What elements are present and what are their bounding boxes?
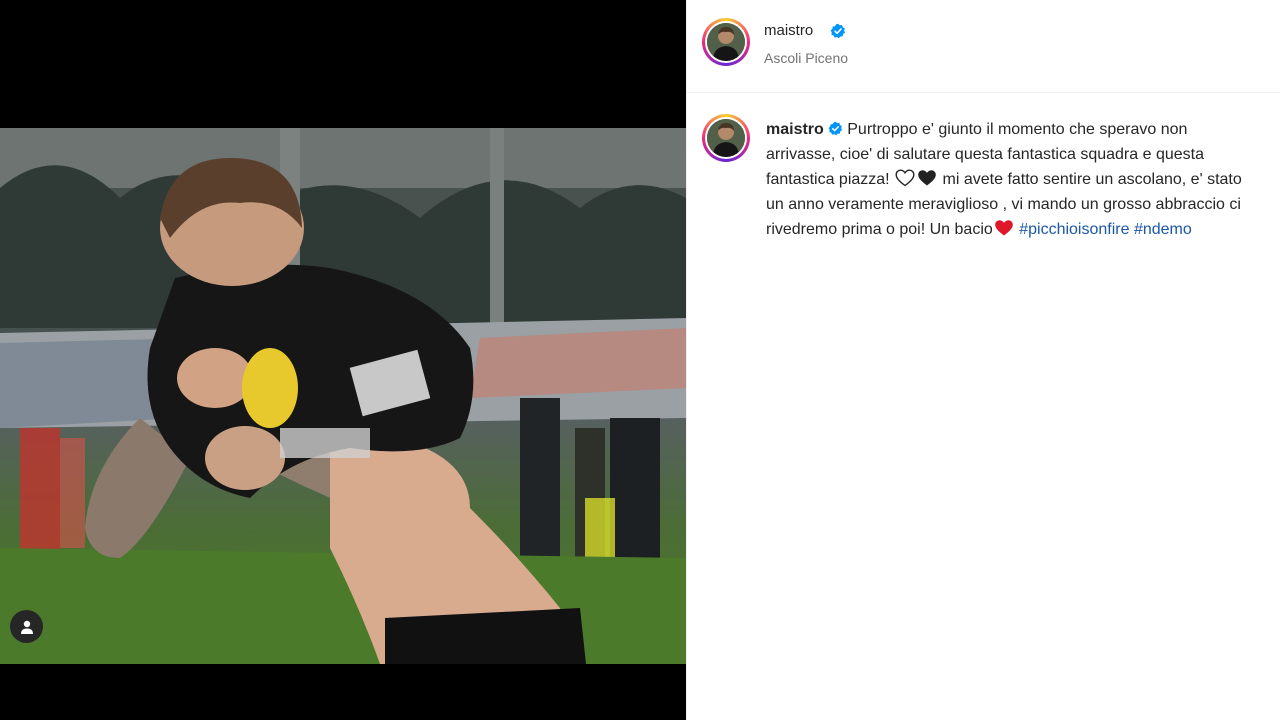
header-username[interactable]: maistro <box>764 22 813 39</box>
header-avatar[interactable] <box>702 18 750 66</box>
person-icon <box>20 620 33 634</box>
red-heart-icon <box>994 220 1013 236</box>
avatar-image <box>707 23 745 61</box>
post-photo[interactable] <box>0 128 686 664</box>
post-caption: maistro Purtroppo e' giunto il momento c… <box>766 117 1256 242</box>
caption-avatar[interactable] <box>702 114 750 162</box>
post-side-panel: maistro Ascoli Piceno maistro Purtroppo … <box>687 0 1280 720</box>
caption-username[interactable]: maistro <box>766 121 824 138</box>
avatar-image <box>707 119 745 157</box>
white-heart-icon <box>895 169 915 187</box>
verified-badge-icon <box>828 121 842 136</box>
user-tag-button[interactable] <box>10 610 43 643</box>
post-location[interactable]: Ascoli Piceno <box>764 50 848 66</box>
hashtag-link[interactable]: #ndemo <box>1134 221 1192 238</box>
post-media[interactable] <box>0 0 686 720</box>
hashtag-link[interactable]: #picchioisonfire <box>1019 221 1129 238</box>
black-heart-icon <box>918 170 936 186</box>
verified-badge-icon <box>830 23 845 39</box>
post-header: maistro Ascoli Piceno <box>687 0 1280 93</box>
